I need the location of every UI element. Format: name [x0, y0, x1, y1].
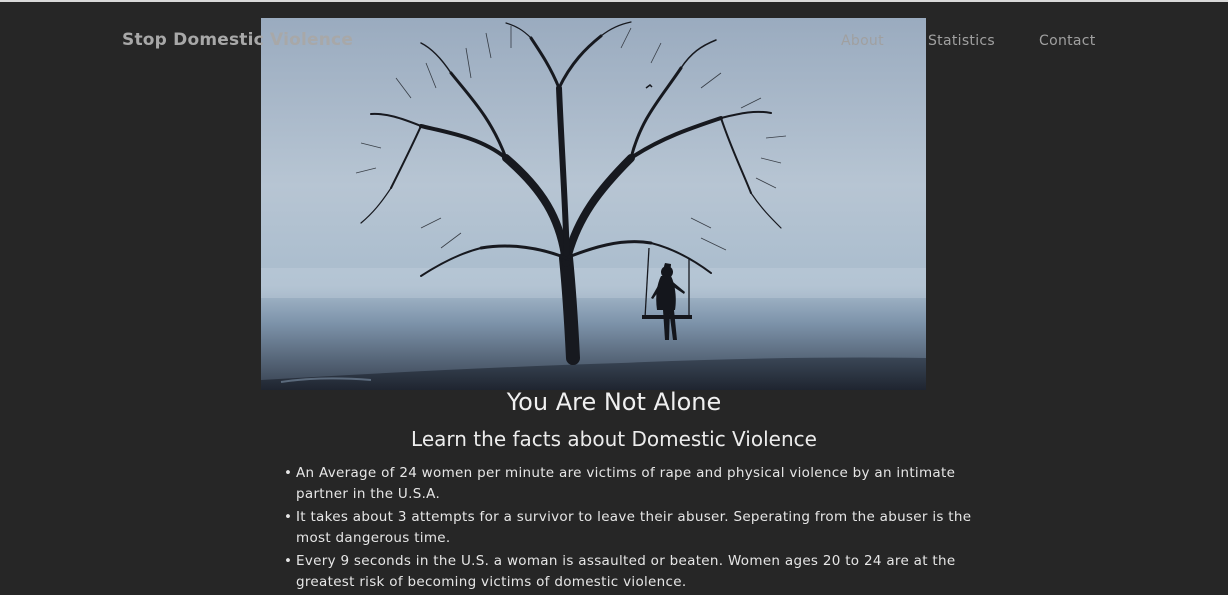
list-item: • Every 9 seconds in the U.S. a woman is… [284, 551, 984, 593]
nav-about-link[interactable]: About [841, 33, 884, 49]
page-subtitle: Learn the facts about Domestic Violence [411, 427, 817, 451]
main-nav: About Statistics Contact [0, 33, 1228, 53]
list-item: • It takes about 3 attempts for a surviv… [284, 507, 984, 549]
bullet-dot-icon: • [284, 553, 293, 569]
facts-list: • An Average of 24 women per minute are … [284, 463, 984, 595]
nav-contact-link[interactable]: Contact [1039, 33, 1096, 49]
nav-statistics-link[interactable]: Statistics [928, 33, 995, 49]
page-title: You Are Not Alone [506, 388, 722, 416]
top-border [0, 0, 1228, 2]
tree-swing-illustration [261, 18, 926, 390]
fact-text: An Average of 24 women per minute are vi… [296, 465, 956, 502]
fact-text: Every 9 seconds in the U.S. a woman is a… [296, 553, 956, 590]
hero-image [261, 18, 926, 390]
bullet-dot-icon: • [284, 509, 293, 525]
fact-text: It takes about 3 attempts for a survivor… [296, 509, 972, 546]
bullet-dot-icon: • [284, 465, 293, 481]
list-item: • An Average of 24 women per minute are … [284, 463, 984, 505]
